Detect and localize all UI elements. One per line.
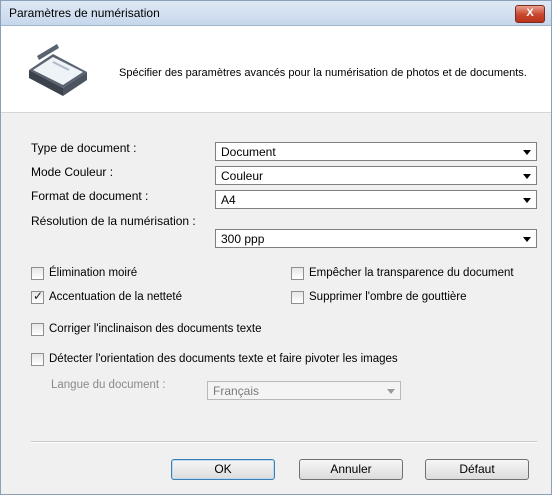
document-language-select[interactable]: Français (207, 381, 401, 400)
chevron-down-icon (523, 198, 531, 203)
scan-settings-dialog: Paramètres de numérisation X Spécifier d… (0, 0, 552, 495)
header-description: Spécifier des paramètres avancés pour la… (119, 67, 527, 79)
ok-button[interactable]: OK (171, 459, 275, 480)
document-size-label: Format de document : (31, 189, 149, 203)
title-bar: Paramètres de numérisation X (1, 1, 551, 26)
document-language-value: Français (213, 384, 260, 398)
window-title: Paramètres de numérisation (9, 6, 160, 20)
moire-reduction-label: Élimination moiré (49, 267, 138, 279)
color-mode-value: Couleur (221, 169, 264, 183)
chevron-down-icon (523, 150, 531, 155)
prevent-showthrough-checkbox[interactable] (291, 267, 304, 280)
dialog-header: Spécifier des paramètres avancés pour la… (1, 26, 551, 113)
sharpen-label: Accentuation de la netteté (49, 291, 182, 303)
checkmark-icon: ✓ (33, 289, 44, 303)
document-type-label: Type de document : (31, 141, 137, 155)
moire-reduction-checkbox[interactable] (31, 267, 44, 280)
gutter-shadow-checkbox[interactable] (291, 291, 304, 304)
detect-orientation-label: Détecter l'orientation des documents tex… (49, 353, 398, 365)
gutter-shadow-label: Supprimer l'ombre de gouttière (309, 291, 467, 303)
chevron-down-icon (387, 389, 395, 394)
scanner-icon (29, 44, 87, 96)
sharpen-checkbox[interactable]: ✓ (31, 289, 44, 304)
document-language-label: Langue du document : (51, 379, 166, 391)
cancel-button[interactable]: Annuler (299, 459, 403, 480)
resolution-value: 300 ppp (221, 232, 265, 246)
color-mode-label: Mode Couleur : (31, 165, 114, 179)
resolution-label: Résolution de la numérisation : (31, 214, 196, 228)
default-button[interactable]: Défaut (425, 459, 529, 480)
color-mode-select[interactable]: Couleur (215, 166, 537, 185)
document-size-value: A4 (221, 193, 236, 207)
document-size-select[interactable]: A4 (215, 190, 537, 209)
chevron-down-icon (523, 237, 531, 242)
skew-correction-label: Corriger l'inclinaison des documents tex… (49, 323, 262, 335)
divider (31, 441, 537, 443)
document-type-select[interactable]: Document (215, 142, 537, 161)
chevron-down-icon (523, 174, 531, 179)
resolution-select[interactable]: 300 ppp (215, 229, 537, 248)
detect-orientation-checkbox[interactable] (31, 353, 44, 366)
skew-correction-checkbox[interactable] (31, 323, 44, 336)
prevent-showthrough-label: Empêcher la transparence du document (309, 267, 514, 279)
document-type-value: Document (221, 145, 276, 159)
close-button[interactable]: X (515, 5, 545, 23)
